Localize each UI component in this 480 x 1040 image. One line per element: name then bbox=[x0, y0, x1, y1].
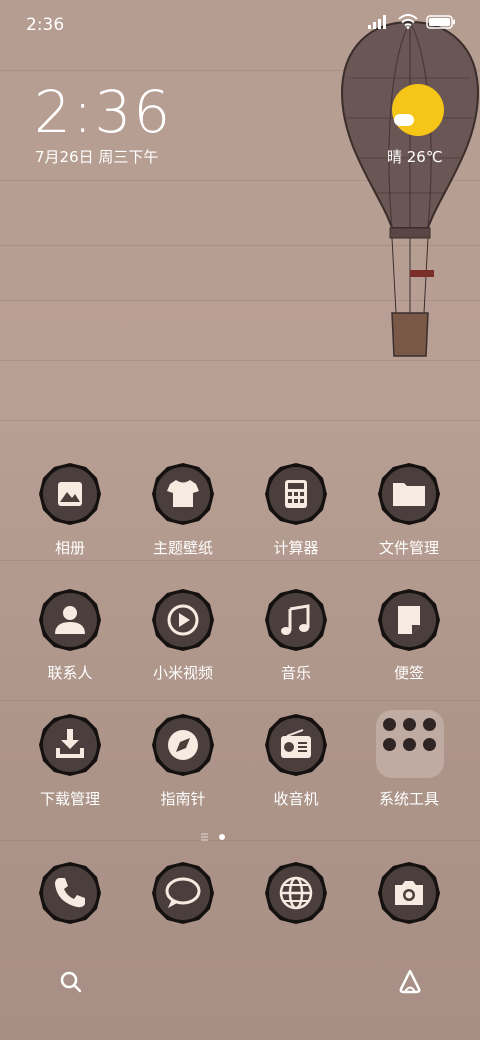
app-label-downloads: 下载管理 bbox=[39, 790, 100, 808]
mini-app-icon bbox=[383, 738, 396, 751]
mini-app-icon bbox=[383, 718, 396, 731]
wallpaper-texture bbox=[0, 700, 480, 701]
app-label-notes: 便签 bbox=[393, 664, 424, 682]
gallery-icon bbox=[39, 463, 101, 525]
dock-browser[interactable] bbox=[263, 860, 329, 926]
mini-app-icon bbox=[403, 718, 416, 731]
mini-app-icon bbox=[423, 718, 436, 731]
dock-messages[interactable] bbox=[150, 860, 216, 926]
app-label-mi-video: 小米视频 bbox=[152, 664, 213, 682]
cloud-icon bbox=[394, 114, 414, 126]
download-icon bbox=[39, 714, 101, 776]
app-compass[interactable] bbox=[150, 712, 216, 778]
app-file-manager[interactable] bbox=[376, 461, 442, 527]
app-downloads[interactable] bbox=[37, 712, 103, 778]
home-screen: 2:36 2:36 7月26日 周三下午 晴 26℃ 相册 主题壁纸 计算器 文… bbox=[0, 0, 480, 1040]
app-themes[interactable] bbox=[150, 461, 216, 527]
mini-app-icon bbox=[423, 738, 436, 751]
app-label-music: 音乐 bbox=[280, 664, 311, 682]
music-note-icon bbox=[265, 589, 327, 651]
clock-widget-time[interactable]: 2:36 bbox=[34, 78, 172, 146]
note-icon bbox=[378, 589, 440, 651]
wallpaper-texture bbox=[0, 420, 480, 421]
folder-system-tools[interactable] bbox=[376, 710, 444, 778]
app-label-gallery: 相册 bbox=[54, 539, 85, 557]
status-icons bbox=[368, 14, 456, 29]
clock-widget-date[interactable]: 7月26日 周三下午 bbox=[35, 146, 158, 167]
app-notes[interactable] bbox=[376, 587, 442, 653]
calculator-icon bbox=[265, 463, 327, 525]
app-mi-video[interactable] bbox=[150, 587, 216, 653]
folder-icon bbox=[378, 463, 440, 525]
signal-icon bbox=[368, 14, 386, 29]
radio-icon bbox=[265, 714, 327, 776]
camera-icon bbox=[378, 862, 440, 924]
app-label-system-tools: 系统工具 bbox=[378, 790, 439, 808]
messages-icon bbox=[152, 862, 214, 924]
browser-icon bbox=[265, 862, 327, 924]
dock-phone[interactable] bbox=[37, 860, 103, 926]
hot-air-balloon-illustration bbox=[340, 20, 480, 357]
sunny-cloud-icon[interactable] bbox=[392, 84, 444, 136]
tshirt-icon bbox=[152, 463, 214, 525]
app-label-themes: 主题壁纸 bbox=[152, 539, 213, 557]
app-label-compass: 指南针 bbox=[160, 790, 206, 808]
app-music[interactable] bbox=[263, 587, 329, 653]
mini-app-icon bbox=[403, 738, 416, 751]
search-bar[interactable] bbox=[50, 955, 430, 1011]
phone-icon bbox=[39, 862, 101, 924]
play-icon bbox=[152, 589, 214, 651]
app-calculator[interactable] bbox=[263, 461, 329, 527]
dock-camera[interactable] bbox=[376, 860, 442, 926]
wallpaper-texture bbox=[0, 560, 480, 561]
compass-icon bbox=[152, 714, 214, 776]
page-indicator[interactable] bbox=[0, 832, 480, 842]
app-label-contacts: 联系人 bbox=[47, 664, 93, 682]
battery-icon bbox=[426, 14, 455, 29]
weather-text[interactable]: 晴 26℃ bbox=[387, 146, 443, 167]
app-gallery[interactable] bbox=[37, 461, 103, 527]
contact-icon bbox=[39, 589, 101, 651]
app-label-calculator: 计算器 bbox=[273, 539, 319, 557]
app-radio[interactable] bbox=[263, 712, 329, 778]
status-time: 2:36 bbox=[26, 15, 65, 35]
app-label-radio: 收音机 bbox=[273, 790, 319, 808]
app-label-file-manager: 文件管理 bbox=[378, 539, 439, 557]
app-contacts[interactable] bbox=[37, 587, 103, 653]
wifi-icon bbox=[398, 14, 418, 29]
status-bar: 2:36 bbox=[0, 0, 480, 48]
